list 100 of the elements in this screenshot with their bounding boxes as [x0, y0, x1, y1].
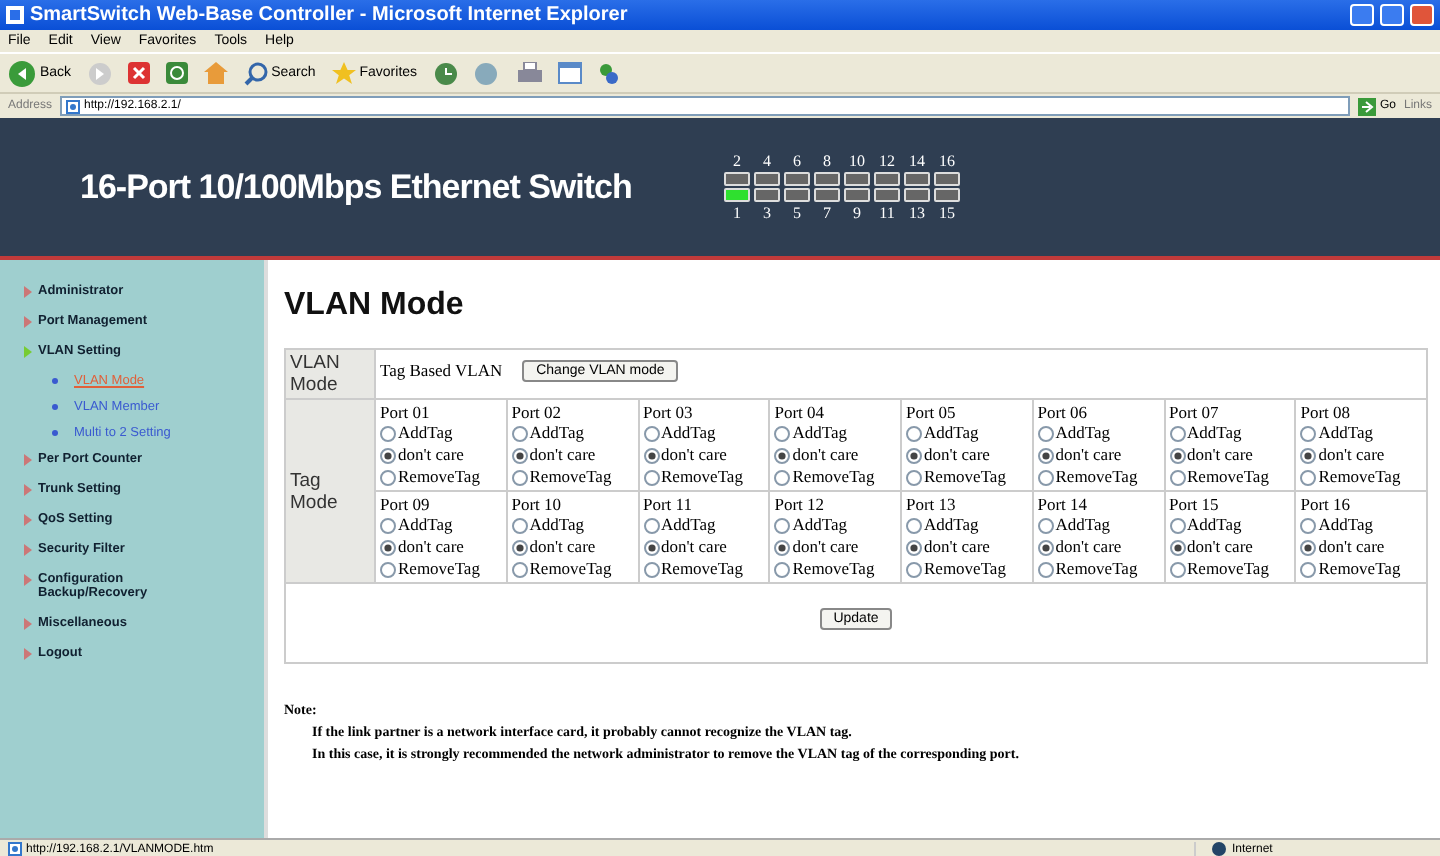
port-number: 13	[907, 204, 927, 222]
radio-label: AddTag	[398, 514, 453, 536]
radio-button[interactable]	[511, 517, 528, 533]
radio-button[interactable]	[643, 469, 659, 485]
radio-button[interactable]	[774, 539, 791, 555]
radio-button[interactable]	[1169, 447, 1185, 463]
port-name: Port 03	[643, 402, 695, 422]
radio-button[interactable]	[1300, 539, 1317, 555]
port-name: Port 04	[774, 402, 827, 422]
radio-button[interactable]	[643, 539, 659, 555]
port-number: 9	[851, 204, 863, 222]
radio-button[interactable]	[774, 469, 791, 485]
port-number: 12	[877, 152, 897, 170]
port-name: Port 06	[1037, 402, 1090, 422]
radio-button[interactable]	[774, 447, 791, 463]
radio-button[interactable]	[1169, 425, 1185, 441]
radio-button[interactable]	[380, 425, 396, 441]
radio-label: AddTag	[1318, 514, 1374, 536]
radio-button[interactable]	[511, 539, 528, 555]
radio-button[interactable]	[1169, 539, 1185, 555]
radio-label: don't care	[924, 444, 990, 466]
radio-label: AddTag	[1187, 514, 1242, 536]
refresh-icon[interactable]	[165, 62, 188, 84]
radio-button[interactable]	[511, 561, 528, 577]
minimize-button[interactable]	[1350, 4, 1374, 26]
radio-button[interactable]	[906, 447, 922, 463]
radio-button[interactable]	[643, 517, 659, 533]
radio-button[interactable]	[1037, 561, 1054, 577]
radio-button[interactable]	[906, 561, 922, 577]
radio-button[interactable]	[1169, 561, 1185, 577]
radio-button[interactable]	[1300, 425, 1317, 441]
radio-button[interactable]	[906, 469, 922, 485]
radio-button[interactable]	[380, 517, 396, 533]
radio-button[interactable]	[380, 469, 396, 485]
globe-icon	[1212, 842, 1226, 856]
radio-button[interactable]	[906, 517, 922, 533]
radio-button[interactable]	[774, 425, 791, 441]
radio-button[interactable]	[1037, 469, 1054, 485]
radio-label: don't care	[398, 536, 464, 558]
port-name: Port 12	[774, 494, 827, 514]
radio-label: RemoveTag	[924, 558, 1006, 580]
radio-button[interactable]	[511, 447, 528, 463]
port-number: 14	[907, 152, 927, 170]
radio-button[interactable]	[1037, 539, 1054, 555]
forward-icon[interactable]	[87, 61, 112, 85]
radio-label: AddTag	[1055, 514, 1111, 536]
radio-label: don't care	[924, 536, 990, 558]
stop-icon[interactable]	[127, 62, 150, 84]
port-number: 4	[761, 152, 773, 170]
radio-label: AddTag	[529, 422, 585, 444]
radio-label: RemoveTag	[792, 466, 875, 488]
radio-button[interactable]	[380, 561, 396, 577]
port-number: 15	[937, 204, 957, 222]
radio-button[interactable]	[906, 425, 922, 441]
port-number: 5	[791, 204, 803, 222]
radio-label: don't care	[1055, 444, 1122, 466]
print-icon[interactable]	[517, 61, 542, 85]
radio-button[interactable]	[1300, 469, 1317, 485]
radio-button[interactable]	[1169, 469, 1185, 485]
bullet-icon	[52, 430, 58, 436]
history-icon[interactable]	[433, 61, 458, 85]
radio-label: RemoveTag	[529, 558, 612, 580]
radio-label: RemoveTag	[792, 558, 875, 580]
radio-button[interactable]	[1037, 447, 1054, 463]
maximize-button[interactable]	[1380, 4, 1404, 26]
port-number: 16	[937, 152, 957, 170]
radio-button[interactable]	[906, 539, 922, 555]
radio-button[interactable]	[1300, 447, 1317, 463]
port-name: Port 01	[380, 402, 432, 422]
radio-button[interactable]	[1037, 425, 1054, 441]
radio-label: AddTag	[398, 422, 453, 444]
radio-label: RemoveTag	[1187, 558, 1269, 580]
radio-button[interactable]	[774, 517, 791, 533]
radio-label: don't care	[529, 536, 596, 558]
row-label: Tag Mode	[285, 399, 375, 583]
radio-label: AddTag	[529, 514, 585, 536]
radio-label: AddTag	[1055, 422, 1111, 444]
close-button[interactable]	[1410, 4, 1434, 26]
port-number: 2	[731, 152, 743, 170]
radio-button[interactable]	[1169, 517, 1185, 533]
radio-button[interactable]	[774, 561, 791, 577]
radio-label: RemoveTag	[661, 558, 743, 580]
radio-label: RemoveTag	[924, 466, 1006, 488]
radio-button[interactable]	[643, 425, 659, 441]
page-icon	[66, 99, 81, 113]
radio-button[interactable]	[643, 447, 659, 463]
radio-button[interactable]	[380, 447, 396, 463]
port-name: Port 15	[1169, 494, 1221, 514]
radio-button[interactable]	[643, 561, 659, 577]
radio-button[interactable]	[1037, 517, 1054, 533]
home-icon[interactable]	[203, 62, 228, 84]
radio-label: RemoveTag	[661, 466, 743, 488]
radio-button[interactable]	[1300, 517, 1317, 533]
radio-button[interactable]	[380, 539, 396, 555]
row-label: VLAN Mode	[285, 349, 375, 399]
radio-button[interactable]	[511, 425, 528, 441]
radio-button[interactable]	[511, 469, 528, 485]
radio-label: don't care	[1318, 444, 1385, 466]
radio-button[interactable]	[1300, 561, 1317, 577]
edit-icon[interactable]	[557, 61, 582, 85]
